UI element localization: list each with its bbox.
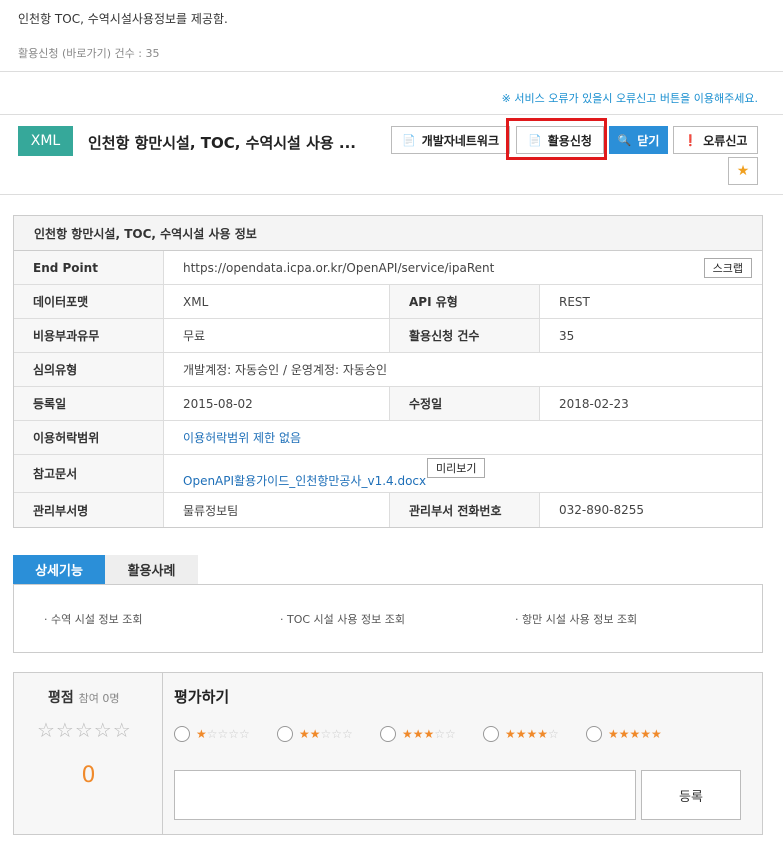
reference-doc-link[interactable]: OpenAPI활용가이드_인천항만공사_v1.4.docx — [183, 472, 426, 489]
endpoint-value: https://opendata.icpa.or.kr/OpenAPI/serv… — [183, 260, 495, 275]
star-rating-icon: ★★★★★ — [608, 727, 662, 741]
info-table-heading: 인천항 항만시설, TOC, 수역시설 사용 정보 — [14, 216, 762, 251]
dept-phone-value: 032-890-8255 — [559, 503, 645, 517]
developer-network-label: 개발자네트워크 — [421, 133, 499, 148]
api-type-label: API 유형 — [390, 285, 540, 318]
evaluate-title: 평가하기 — [174, 688, 230, 706]
review-textarea[interactable] — [174, 770, 636, 820]
rating-option-4[interactable]: ★★★★☆ — [483, 726, 559, 742]
fee-value: 무료 — [164, 319, 390, 352]
rating-panel: 평점 참여 0명 ☆☆☆☆☆ 0 평가하기 ★☆☆☆☆ ★★☆☆☆ ★★★☆☆ … — [13, 672, 763, 835]
usage-count[interactable]: 활용신청 (바로가기) 건수 : 35 — [18, 45, 159, 61]
alert-icon: ❗ — [683, 133, 698, 147]
divider-header — [0, 194, 783, 195]
apply-button[interactable]: 📄 활용신청 — [516, 126, 604, 154]
rating-option-2[interactable]: ★★☆☆☆ — [277, 726, 353, 742]
divider-top — [0, 71, 783, 72]
endpoint-cell: https://opendata.icpa.or.kr/OpenAPI/serv… — [164, 251, 762, 284]
rating-option-5[interactable]: ★★★★★ — [586, 726, 662, 742]
rating-participants: 참여 0명 — [78, 692, 120, 705]
modified-label: 수정일 — [390, 387, 540, 420]
rating-score: 0 — [81, 763, 96, 788]
rating-summary: 평점 참여 0명 ☆☆☆☆☆ 0 — [14, 673, 163, 834]
radio-button[interactable] — [277, 726, 293, 742]
star-icon: ★ — [736, 163, 750, 179]
radio-button[interactable] — [380, 726, 396, 742]
document-icon: 📄 — [402, 133, 416, 147]
star-rating-icon: ★★☆☆☆ — [299, 727, 353, 741]
registered-value: 2015-08-02 — [164, 387, 390, 420]
document-icon: 📄 — [528, 133, 542, 147]
notice-text: ※ 서비스 오류가 있을시 오류신고 버튼을 이용해주세요. — [501, 92, 758, 105]
close-button[interactable]: 🔍 닫기 — [609, 126, 668, 154]
fee-label: 비용부과유무 — [14, 319, 164, 352]
modified-value: 2018-02-23 — [559, 396, 629, 411]
rating-option-1[interactable]: ★☆☆☆☆ — [174, 726, 250, 742]
license-link[interactable]: 이용허락범위 제한 없음 — [164, 421, 762, 454]
rating-title-text: 평점 — [48, 690, 74, 706]
dept-value: 물류정보팀 — [164, 493, 390, 527]
radio-button[interactable] — [586, 726, 602, 742]
dept-label: 관리부서명 — [14, 493, 164, 527]
apply-label: 활용신청 — [547, 133, 592, 148]
tab-detail-functions[interactable]: 상세기능 — [13, 555, 105, 584]
format-value: XML — [164, 285, 390, 318]
star-rating-icon: ★☆☆☆☆ — [196, 727, 250, 741]
radio-button[interactable] — [174, 726, 190, 742]
api-type-value: REST — [559, 294, 590, 309]
scrap-button[interactable]: 스크랩 — [703, 258, 752, 278]
search-icon: 🔍 — [617, 133, 632, 147]
license-label: 이용허락범위 — [14, 421, 164, 454]
radio-button[interactable] — [483, 726, 499, 742]
format-badge: XML — [18, 126, 73, 156]
reference-doc-label: 참고문서 — [14, 455, 164, 492]
developer-network-button[interactable]: 📄 개발자네트워크 — [391, 126, 510, 154]
apply-count-value: 35 — [559, 328, 575, 343]
star-rating-icon: ★★★☆☆ — [402, 727, 456, 741]
api-info-table: 인천항 항만시설, TOC, 수역시설 사용 정보 End Point http… — [13, 215, 763, 528]
submit-rating-button[interactable]: 등록 — [641, 770, 741, 820]
review-type-label: 심의유형 — [14, 353, 164, 386]
review-type-value: 개발계정: 자동승인 / 운영계정: 자동승인 — [183, 363, 388, 377]
tab-use-cases[interactable]: 활용사례 — [105, 555, 198, 584]
rating-option-3[interactable]: ★★★☆☆ — [380, 726, 456, 742]
function-item: · 항만 시설 사용 정보 조회 — [515, 613, 638, 626]
apply-count-label: 활용신청 건수 — [390, 319, 540, 352]
dept-phone-label: 관리부서 전화번호 — [390, 493, 540, 527]
divider-mid — [0, 114, 783, 115]
function-item: · 수역 시설 정보 조회 — [44, 613, 143, 626]
rating-stars: ☆☆☆☆☆ — [37, 718, 132, 742]
rating-title: 평점 참여 0명 — [48, 687, 120, 707]
intro-text: 인천항 TOC, 수역시설사용정보를 제공함. — [18, 12, 228, 26]
function-item: · TOC 시설 사용 정보 조회 — [280, 613, 405, 626]
format-label: 데이터포맷 — [14, 285, 164, 318]
report-error-label: 오류신고 — [703, 133, 748, 148]
page-title: 인천항 항만시설, TOC, 수역시설 사용 ... — [88, 134, 356, 152]
preview-button[interactable]: 미리보기 — [427, 458, 486, 478]
close-label: 닫기 — [637, 133, 660, 148]
registered-label: 등록일 — [14, 387, 164, 420]
endpoint-label: End Point — [14, 251, 164, 284]
function-list: · 수역 시설 정보 조회 · TOC 시설 사용 정보 조회 · 항만 시설 … — [13, 584, 763, 653]
report-error-button[interactable]: ❗ 오류신고 — [673, 126, 758, 154]
star-rating-icon: ★★★★☆ — [505, 727, 559, 741]
favorite-star-button[interactable]: ★ — [728, 157, 758, 185]
reference-doc-cell: OpenAPI활용가이드_인천항만공사_v1.4.docx 미리보기 — [164, 455, 762, 492]
